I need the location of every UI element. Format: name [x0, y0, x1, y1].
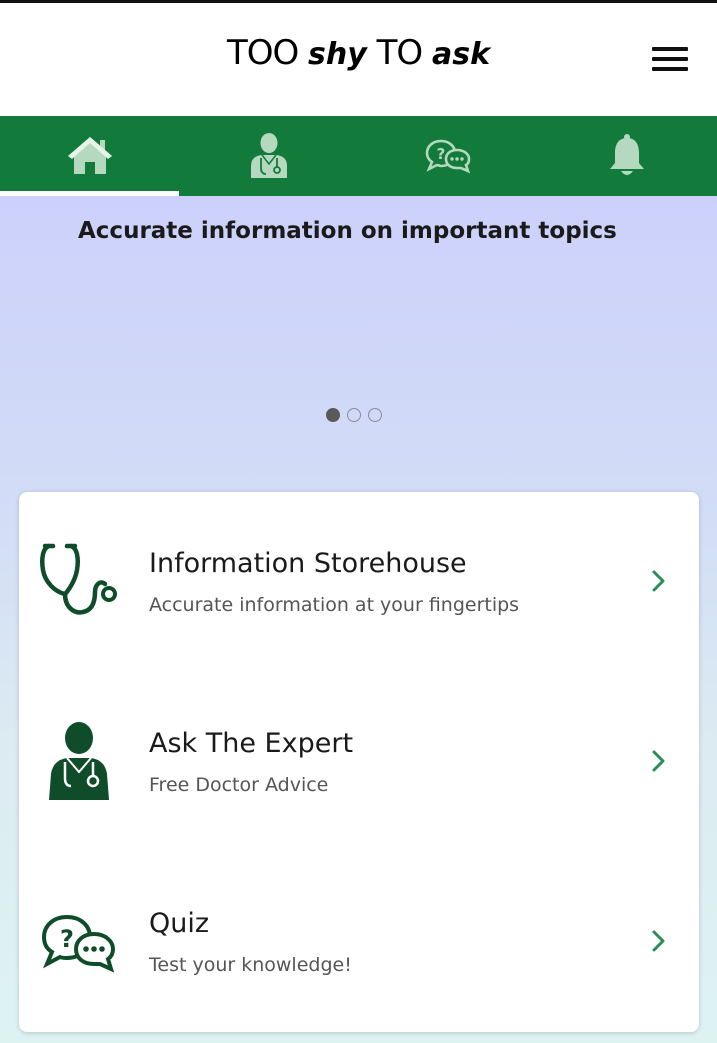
hamburger-menu-button[interactable] [648, 45, 690, 75]
chevron-right-icon [652, 930, 665, 952]
doctor-icon [250, 133, 287, 178]
menu-item-title: Ask The Expert [149, 728, 354, 759]
svg-text:?: ? [60, 925, 74, 953]
banner-title: Accurate information on important topics [78, 218, 617, 244]
carousel-indicators [326, 408, 382, 426]
bell-icon [609, 134, 644, 175]
chevron-right-icon [652, 750, 665, 772]
menu-item-subtitle: Accurate information at your fingertips [149, 594, 520, 616]
chevron-right-icon [652, 570, 665, 592]
quiz-chat-icon: ? [425, 139, 470, 174]
menu-card: Information Storehouse Accurate informat… [19, 492, 699, 1032]
menu-item-title: Information Storehouse [149, 548, 467, 579]
menu-item-ask-the-expert[interactable]: Ask The Expert Free Doctor Advice [19, 672, 699, 852]
menu-item-subtitle: Test your knowledge! [149, 954, 352, 976]
menu-item-title: Quiz [149, 908, 210, 939]
menu-item-subtitle: Free Doctor Advice [149, 774, 329, 796]
app-logo: TOO shy TO ask [0, 33, 717, 73]
logo-word-shy: shy [308, 37, 367, 72]
carousel-dot[interactable] [347, 408, 361, 422]
menu-bar [652, 67, 688, 71]
quiz-chat-icon: ? [41, 914, 116, 973]
tab-bar: ? [0, 116, 717, 196]
tab-quiz[interactable]: ? [358, 116, 537, 196]
logo-word-ask: ask [431, 37, 491, 72]
menu-item-quiz[interactable]: ? Quiz Test your knowledge! [19, 852, 699, 1032]
stethoscope-icon [40, 543, 117, 615]
app-header: TOO shy TO ask [0, 3, 717, 116]
carousel-dot[interactable] [326, 408, 340, 422]
svg-text:?: ? [436, 145, 445, 163]
menu-item-information-storehouse[interactable]: Information Storehouse Accurate informat… [19, 492, 699, 672]
logo-word-too: TOO [226, 33, 309, 73]
logo-word-to: TO [366, 33, 432, 73]
tab-notifications[interactable] [537, 116, 716, 196]
home-icon [67, 137, 112, 174]
doctor-icon [49, 722, 109, 800]
tab-doctor[interactable] [179, 116, 358, 196]
menu-bar [652, 57, 688, 61]
menu-bar [652, 47, 688, 51]
carousel-dot[interactable] [368, 408, 382, 422]
tab-home[interactable] [0, 116, 179, 196]
